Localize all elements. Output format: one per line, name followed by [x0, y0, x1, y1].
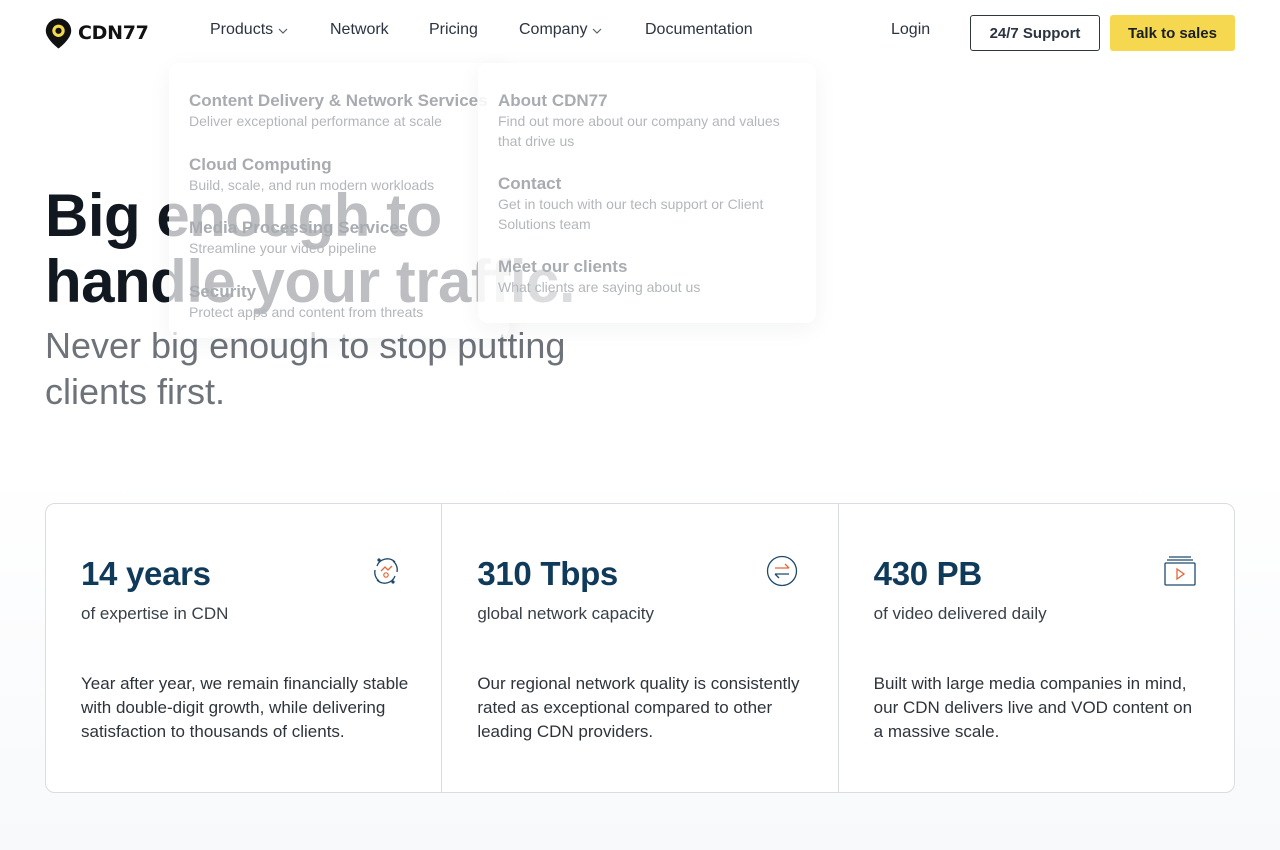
menu-item-description: Protect apps and content from threats [189, 304, 424, 320]
brand-name: CDN77 [78, 22, 149, 44]
stat-value: 430 PB [873, 555, 983, 592]
brand-logo[interactable]: CDN77 [45, 17, 149, 49]
growth-cycle-icon [369, 554, 403, 588]
chevron-down-icon [593, 28, 602, 34]
stat-card: 430 PB of video delivered daily Built wi… [839, 504, 1234, 792]
site-header: CDN77 Products Network Pricing Company D… [0, 0, 1280, 66]
hero-subtitle-line-2: clients first. [45, 371, 226, 412]
stat-card: 310 Tbps global network capacity Our reg… [442, 504, 839, 792]
menu-item-title: Cloud Computing [189, 155, 332, 174]
menu-item-description: Deliver exceptional performance at scale [189, 113, 442, 129]
login-link[interactable]: Login [891, 21, 930, 39]
menu-item-about[interactable]: About CDN77 Find out more about our comp… [498, 91, 798, 151]
stat-description: Year after year, we remain financially s… [81, 674, 409, 741]
menu-item-title: Contact [498, 174, 562, 193]
nav-documentation[interactable]: Documentation [645, 21, 753, 39]
nav-network[interactable]: Network [330, 21, 389, 39]
menu-item-security[interactable]: Security Protect apps and content from t… [189, 282, 489, 322]
stat-description: Our regional network quality is consiste… [477, 674, 800, 741]
location-pin-logo-icon [45, 18, 72, 48]
menu-item-clients[interactable]: Meet our clients What clients are saying… [498, 257, 798, 297]
menu-item-description: Build, scale, and run modern workloads [189, 177, 435, 193]
nav-pricing-label: Pricing [429, 21, 478, 38]
products-dropdown-menu: Content Delivery & Network Services Deli… [169, 63, 509, 338]
nav-network-label: Network [330, 21, 389, 38]
menu-item-description: Streamline your video pipeline [189, 240, 377, 256]
exchange-arrows-icon [765, 554, 799, 588]
stat-value: 14 years [81, 555, 211, 592]
menu-item-media-processing[interactable]: Media Processing Services Streamline you… [189, 218, 489, 258]
nav-products-label: Products [210, 21, 274, 38]
talk-to-sales-button[interactable]: Talk to sales [1110, 15, 1235, 51]
stat-description: Built with large media companies in mind… [873, 674, 1193, 741]
menu-item-description: What clients are saying about us [498, 279, 701, 295]
stat-card: 14 years of expertise in CDN Year after … [46, 504, 443, 792]
stat-label: of expertise in CDN [81, 604, 229, 623]
nav-products[interactable]: Products [210, 21, 288, 39]
company-dropdown-menu: About CDN77 Find out more about our comp… [478, 63, 816, 323]
stat-label: global network capacity [477, 604, 655, 623]
stats-panel: 14 years of expertise in CDN Year after … [45, 503, 1235, 793]
menu-item-title: Media Processing Services [189, 218, 409, 237]
menu-item-contact[interactable]: Contact Get in touch with our tech suppo… [498, 174, 798, 234]
chevron-down-icon [278, 28, 288, 34]
nav-documentation-label: Documentation [645, 21, 753, 38]
menu-item-title: Content Delivery & Network Services [189, 91, 488, 110]
stat-label: of video delivered daily [873, 604, 1047, 623]
menu-item-title: Meet our clients [498, 257, 628, 276]
nav-pricing[interactable]: Pricing [429, 21, 478, 39]
video-stack-icon [1163, 554, 1197, 588]
menu-item-cloud-computing[interactable]: Cloud Computing Build, scale, and run mo… [189, 155, 489, 195]
stat-value: 310 Tbps [477, 555, 618, 592]
nav-company[interactable]: Company [519, 21, 602, 39]
nav-company-label: Company [519, 21, 588, 38]
menu-item-title: Security [189, 282, 257, 301]
menu-item-description: Get in touch with our tech support or Cl… [498, 196, 764, 232]
menu-item-content-delivery[interactable]: Content Delivery & Network Services Deli… [189, 91, 489, 131]
menu-item-title: About CDN77 [498, 91, 608, 110]
support-button[interactable]: 24/7 Support [970, 15, 1100, 51]
menu-item-description: Find out more about our company and valu… [498, 113, 780, 149]
